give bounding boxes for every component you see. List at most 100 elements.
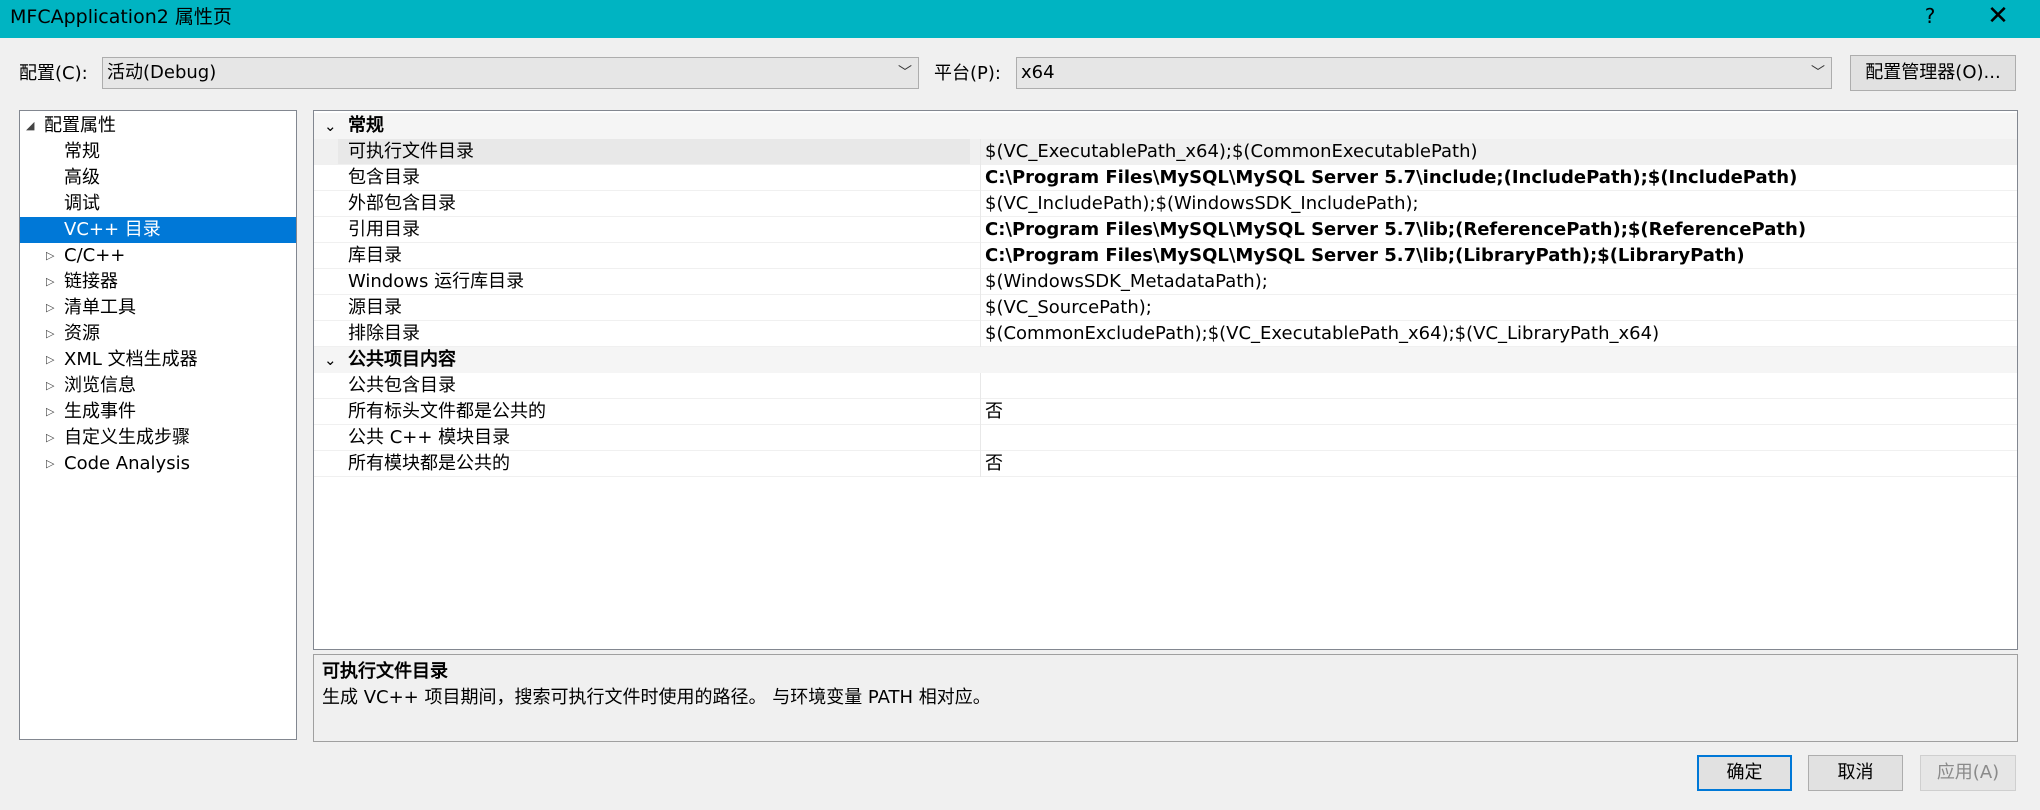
- platform-combo[interactable]: x64 ﹀: [1016, 57, 1832, 89]
- tree-item-label: 常规: [64, 141, 100, 162]
- tree-item-label: 配置属性: [44, 115, 116, 136]
- tree-item[interactable]: ▷ 链接器: [20, 269, 296, 295]
- tree-item-label: C/C++: [64, 245, 126, 266]
- column-divider: [980, 295, 981, 321]
- property-tree[interactable]: ◢ 配置属性 常规 高级 调试 VC++ 目录 ▷ C/C++ ▷ 链接器 ▷ 清单工具 ▷ 资源 ▷ XML…: [19, 110, 297, 740]
- property-name: 所有模块都是公共的: [348, 453, 510, 474]
- cancel-button[interactable]: 取消: [1808, 755, 1903, 791]
- property-name: 外部包含目录: [348, 193, 456, 214]
- column-divider: [980, 373, 981, 399]
- expand-triangle-icon[interactable]: ▷: [46, 425, 54, 451]
- property-name: 所有标头文件都是公共的: [348, 401, 546, 422]
- property-value[interactable]: $(WindowsSDK_MetadataPath);: [985, 269, 1268, 294]
- grid-category[interactable]: ⌄ 常规: [314, 113, 2017, 139]
- column-divider: [980, 217, 981, 243]
- collapse-triangle-icon[interactable]: ◢: [26, 113, 34, 139]
- grid-row[interactable]: 公共 C++ 模块目录: [314, 425, 2017, 451]
- tree-item-label: 调试: [64, 193, 100, 214]
- property-name: 排除目录: [348, 323, 420, 344]
- tree-item[interactable]: ▷ C/C++: [20, 243, 296, 269]
- tree-item[interactable]: ▷ 资源: [20, 321, 296, 347]
- property-value[interactable]: $(VC_IncludePath);$(WindowsSDK_IncludePa…: [985, 191, 1419, 216]
- tree-item-label: 链接器: [64, 271, 118, 292]
- grid-row[interactable]: 外部包含目录 $(VC_IncludePath);$(WindowsSDK_Inc…: [314, 191, 2017, 217]
- expand-triangle-icon[interactable]: ▷: [46, 347, 54, 373]
- property-value[interactable]: C:\Program Files\MySQL\MySQL Server 5.7\…: [985, 243, 1745, 268]
- grid-category[interactable]: ⌄ 公共项目内容: [314, 347, 2017, 373]
- chevron-down-icon: ﹀: [1811, 65, 1825, 81]
- property-value[interactable]: $(VC_ExecutablePath_x64);$(CommonExecuta…: [985, 139, 1478, 164]
- description-panel: 可执行文件目录 生成 VC++ 项目期间，搜索可执行文件时使用的路径。 与环境变…: [313, 654, 2018, 742]
- column-divider: [980, 321, 981, 347]
- window-title: MFCApplication2 属性页: [10, 6, 232, 28]
- ok-button[interactable]: 确定: [1697, 755, 1792, 791]
- close-button[interactable]: ✕: [1968, 0, 2028, 34]
- property-name: Windows 运行库目录: [348, 271, 525, 292]
- property-value[interactable]: C:\Program Files\MySQL\MySQL Server 5.7\…: [985, 165, 1797, 190]
- property-name: 可执行文件目录: [338, 139, 970, 164]
- expand-triangle-icon[interactable]: ▷: [46, 373, 54, 399]
- grid-row[interactable]: 所有模块都是公共的 否: [314, 451, 2017, 477]
- tree-item[interactable]: ▷ 生成事件: [20, 399, 296, 425]
- property-grid[interactable]: ⌄ 常规可执行文件目录 $(VC_ExecutablePath_x64);$(Com…: [313, 110, 2018, 650]
- tree-item[interactable]: ▷ Code Analysis: [20, 451, 296, 477]
- expand-triangle-icon[interactable]: ▷: [46, 399, 54, 425]
- grid-category-name: 公共项目内容: [348, 349, 456, 370]
- tree-item[interactable]: 常规: [20, 139, 296, 165]
- expand-triangle-icon[interactable]: ▷: [46, 269, 54, 295]
- property-value[interactable]: $(CommonExcludePath);$(VC_ExecutablePath…: [985, 321, 1659, 346]
- help-button[interactable]: ?: [1900, 0, 1960, 34]
- config-manager-button[interactable]: 配置管理器(O)...: [1850, 55, 2016, 91]
- config-combo[interactable]: 活动(Debug) ﹀: [102, 57, 919, 89]
- property-name: 包含目录: [348, 167, 420, 188]
- chevron-down-icon[interactable]: ⌄: [324, 113, 337, 139]
- tree-item[interactable]: ▷ 清单工具: [20, 295, 296, 321]
- property-value[interactable]: 否: [985, 399, 1003, 424]
- grid-category-name: 常规: [348, 115, 384, 136]
- property-value[interactable]: C:\Program Files\MySQL\MySQL Server 5.7\…: [985, 217, 1806, 242]
- tree-item[interactable]: ▷ 浏览信息: [20, 373, 296, 399]
- grid-row[interactable]: 排除目录 $(CommonExcludePath);$(VC_Executable…: [314, 321, 2017, 347]
- grid-row[interactable]: 包含目录 C:\Program Files\MySQL\MySQL Server …: [314, 165, 2017, 191]
- grid-row[interactable]: 所有标头文件都是公共的 否: [314, 399, 2017, 425]
- tree-item[interactable]: ▷ 自定义生成步骤: [20, 425, 296, 451]
- grid-row[interactable]: 源目录 $(VC_SourcePath);: [314, 295, 2017, 321]
- expand-triangle-icon[interactable]: ▷: [46, 451, 54, 477]
- tree-item-label: 生成事件: [64, 401, 136, 422]
- description-text: 生成 VC++ 项目期间，搜索可执行文件时使用的路径。 与环境变量 PATH 相…: [322, 687, 991, 708]
- property-value[interactable]: 否: [985, 451, 1003, 476]
- tree-item-label: Code Analysis: [64, 453, 190, 474]
- property-name: 公共包含目录: [348, 375, 456, 396]
- chevron-down-icon[interactable]: ⌄: [324, 347, 337, 373]
- grid-row[interactable]: 公共包含目录: [314, 373, 2017, 399]
- tree-item-label: XML 文档生成器: [64, 349, 198, 370]
- tree-item[interactable]: 调试: [20, 191, 296, 217]
- tree-item-label: 清单工具: [64, 297, 136, 318]
- grid-row[interactable]: 库目录 C:\Program Files\MySQL\MySQL Server 5…: [314, 243, 2017, 269]
- expand-triangle-icon[interactable]: ▷: [46, 295, 54, 321]
- tree-item-label: 高级: [64, 167, 100, 188]
- grid-row[interactable]: Windows 运行库目录 $(WindowsSDK_MetadataPath);: [314, 269, 2017, 295]
- tree-item[interactable]: ◢ 配置属性: [20, 113, 296, 139]
- expand-triangle-icon[interactable]: ▷: [46, 243, 54, 269]
- column-divider: [980, 191, 981, 217]
- grid-row[interactable]: 可执行文件目录 $(VC_ExecutablePath_x64);$(Common…: [314, 139, 2017, 165]
- tree-item-label: VC++ 目录: [64, 219, 161, 240]
- tree-item-label: 自定义生成步骤: [64, 427, 190, 448]
- tree-item-label: 浏览信息: [64, 375, 136, 396]
- tree-item[interactable]: 高级: [20, 165, 296, 191]
- column-divider: [980, 425, 981, 451]
- property-name: 库目录: [348, 245, 402, 266]
- column-divider: [980, 451, 981, 477]
- property-value[interactable]: $(VC_SourcePath);: [985, 295, 1152, 320]
- title-bar: MFCApplication2 属性页 ? ✕: [0, 0, 2040, 38]
- column-divider: [980, 269, 981, 295]
- chevron-down-icon: ﹀: [898, 65, 912, 81]
- grid-row[interactable]: 引用目录 C:\Program Files\MySQL\MySQL Server …: [314, 217, 2017, 243]
- column-divider: [980, 243, 981, 269]
- config-label: 配置(C):: [19, 63, 88, 84]
- tree-item[interactable]: ▷ XML 文档生成器: [20, 347, 296, 373]
- apply-button[interactable]: 应用(A): [1920, 755, 2016, 791]
- expand-triangle-icon[interactable]: ▷: [46, 321, 54, 347]
- tree-item[interactable]: VC++ 目录: [20, 217, 296, 243]
